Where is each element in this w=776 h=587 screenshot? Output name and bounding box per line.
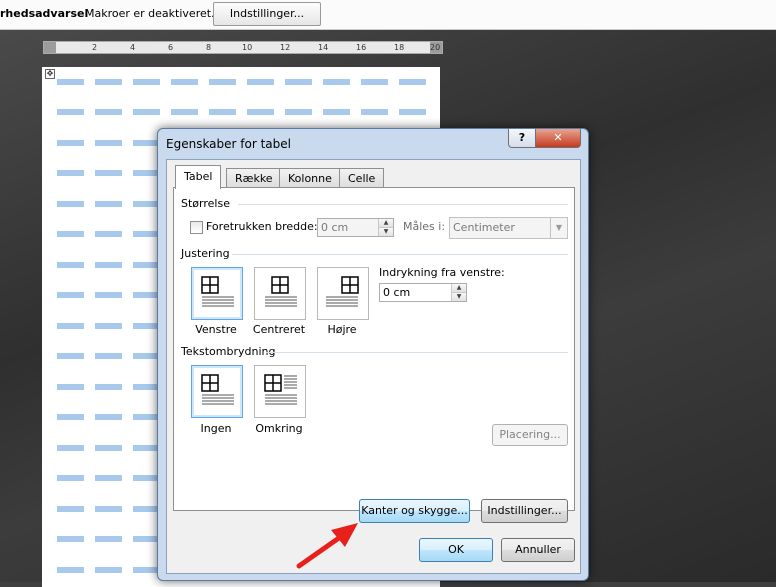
security-warning-title: rhedsadvarsel (0, 7, 89, 20)
ruler-number: 14 (318, 43, 329, 52)
security-warning-bar: rhedsadvarsel Makroer er deaktiveret. In… (0, 0, 776, 30)
table-align-right-icon (326, 276, 359, 307)
measure-value: Centimeter (453, 221, 515, 234)
group-divider (232, 254, 568, 255)
ruler-number: 20 (430, 43, 441, 52)
align-center-label: Centreret (252, 323, 306, 336)
spin-up-icon[interactable]: ▲ (452, 284, 466, 292)
tab-tabel[interactable]: Tabel (175, 165, 222, 189)
group-divider (266, 352, 568, 353)
table-properties-dialog: Egenskaber for tabel ? ✕ Tabel Række Kol… (157, 128, 589, 581)
indent-label: Indrykning fra venstre: (379, 266, 505, 279)
tab-panel-tabel: Størrelse Foretrukken bredde: 0 cm ▲ ▼ M… (173, 187, 575, 511)
spin-up-icon[interactable]: ▲ (379, 219, 393, 227)
dialog-title: Egenskaber for tabel (166, 137, 291, 151)
ruler-number: 18 (394, 43, 405, 52)
close-button[interactable]: ✕ (535, 129, 581, 148)
chevron-down-icon[interactable]: ▼ (550, 218, 567, 238)
indent-stepper[interactable]: 0 cm ▲ ▼ (379, 283, 467, 302)
wrap-around-icon (264, 374, 297, 405)
measure-dropdown[interactable]: Centimeter ▼ (449, 217, 568, 239)
horizontal-ruler[interactable]: 2 4 6 8 10 12 14 16 18 20 (43, 41, 443, 54)
table-align-center-icon (265, 276, 297, 307)
align-left-label: Venstre (195, 323, 237, 336)
preferred-width-checkbox[interactable] (190, 221, 203, 234)
ruler-number: 2 (92, 43, 98, 52)
help-button[interactable]: ? (508, 129, 536, 148)
dialog-client-area: Tabel Række Kolonne Celle Størrelse Fore… (166, 159, 581, 574)
security-options-button[interactable]: Indstillinger... (213, 2, 321, 26)
tab-label: Kolonne (288, 172, 332, 185)
tab-kolonne[interactable]: Kolonne (279, 168, 341, 188)
tab-label: Celle (348, 172, 376, 185)
align-left-option[interactable] (191, 267, 243, 320)
preferred-width-spin[interactable]: ▲ ▼ (378, 219, 393, 236)
tab-raekke[interactable]: Række (226, 168, 282, 188)
preferred-width-value: 0 cm (321, 221, 349, 234)
wrap-none-icon (201, 374, 234, 405)
wrap-around-label: Omkring (255, 422, 303, 435)
security-warning-message: Makroer er deaktiveret. (85, 7, 215, 20)
preferred-width-label: Foretrukken bredde: (206, 220, 318, 233)
wrapping-group-label: Tekstombrydning (181, 345, 276, 358)
ruler-number: 6 (168, 43, 174, 52)
tab-celle[interactable]: Celle (339, 168, 385, 188)
ruler-number: 4 (130, 43, 136, 52)
ok-button[interactable]: OK (419, 538, 493, 562)
align-right-label: Højre (327, 323, 357, 336)
ruler-number: 16 (356, 43, 367, 52)
ruler-number: 8 (206, 43, 212, 52)
wrap-none-label: Ingen (200, 422, 232, 435)
alignment-group-label: Justering (181, 247, 230, 260)
borders-shading-button[interactable]: Kanter og skygge... (359, 499, 470, 523)
positioning-button[interactable]: Placering... (492, 424, 568, 446)
measure-label: Måles i: (403, 220, 446, 233)
size-group-label: Størrelse (181, 197, 230, 210)
group-divider (238, 204, 568, 205)
spin-down-icon[interactable]: ▼ (379, 227, 393, 236)
table-row[interactable] (57, 79, 437, 85)
tab-label: Række (235, 172, 273, 185)
preferred-width-stepper[interactable]: 0 cm ▲ ▼ (317, 218, 394, 237)
wrap-around-option[interactable] (254, 365, 306, 418)
spin-down-icon[interactable]: ▼ (452, 292, 466, 301)
tab-label: Tabel (184, 170, 213, 183)
table-options-button[interactable]: Indstillinger... (481, 499, 568, 523)
indent-value: 0 cm (383, 286, 411, 299)
wrap-none-option[interactable] (191, 365, 243, 418)
table-row[interactable] (57, 109, 437, 115)
align-center-option[interactable] (254, 267, 306, 320)
table-move-handle-icon[interactable]: ✥ (45, 69, 55, 79)
indent-spin[interactable]: ▲ ▼ (451, 284, 466, 301)
table-align-left-icon (201, 276, 234, 307)
cancel-button[interactable]: Annuller (501, 538, 575, 562)
ruler-number: 10 (242, 43, 253, 52)
align-right-option[interactable] (317, 267, 369, 320)
ruler-number: 12 (280, 43, 291, 52)
ruler-left-margin[interactable] (44, 42, 56, 53)
